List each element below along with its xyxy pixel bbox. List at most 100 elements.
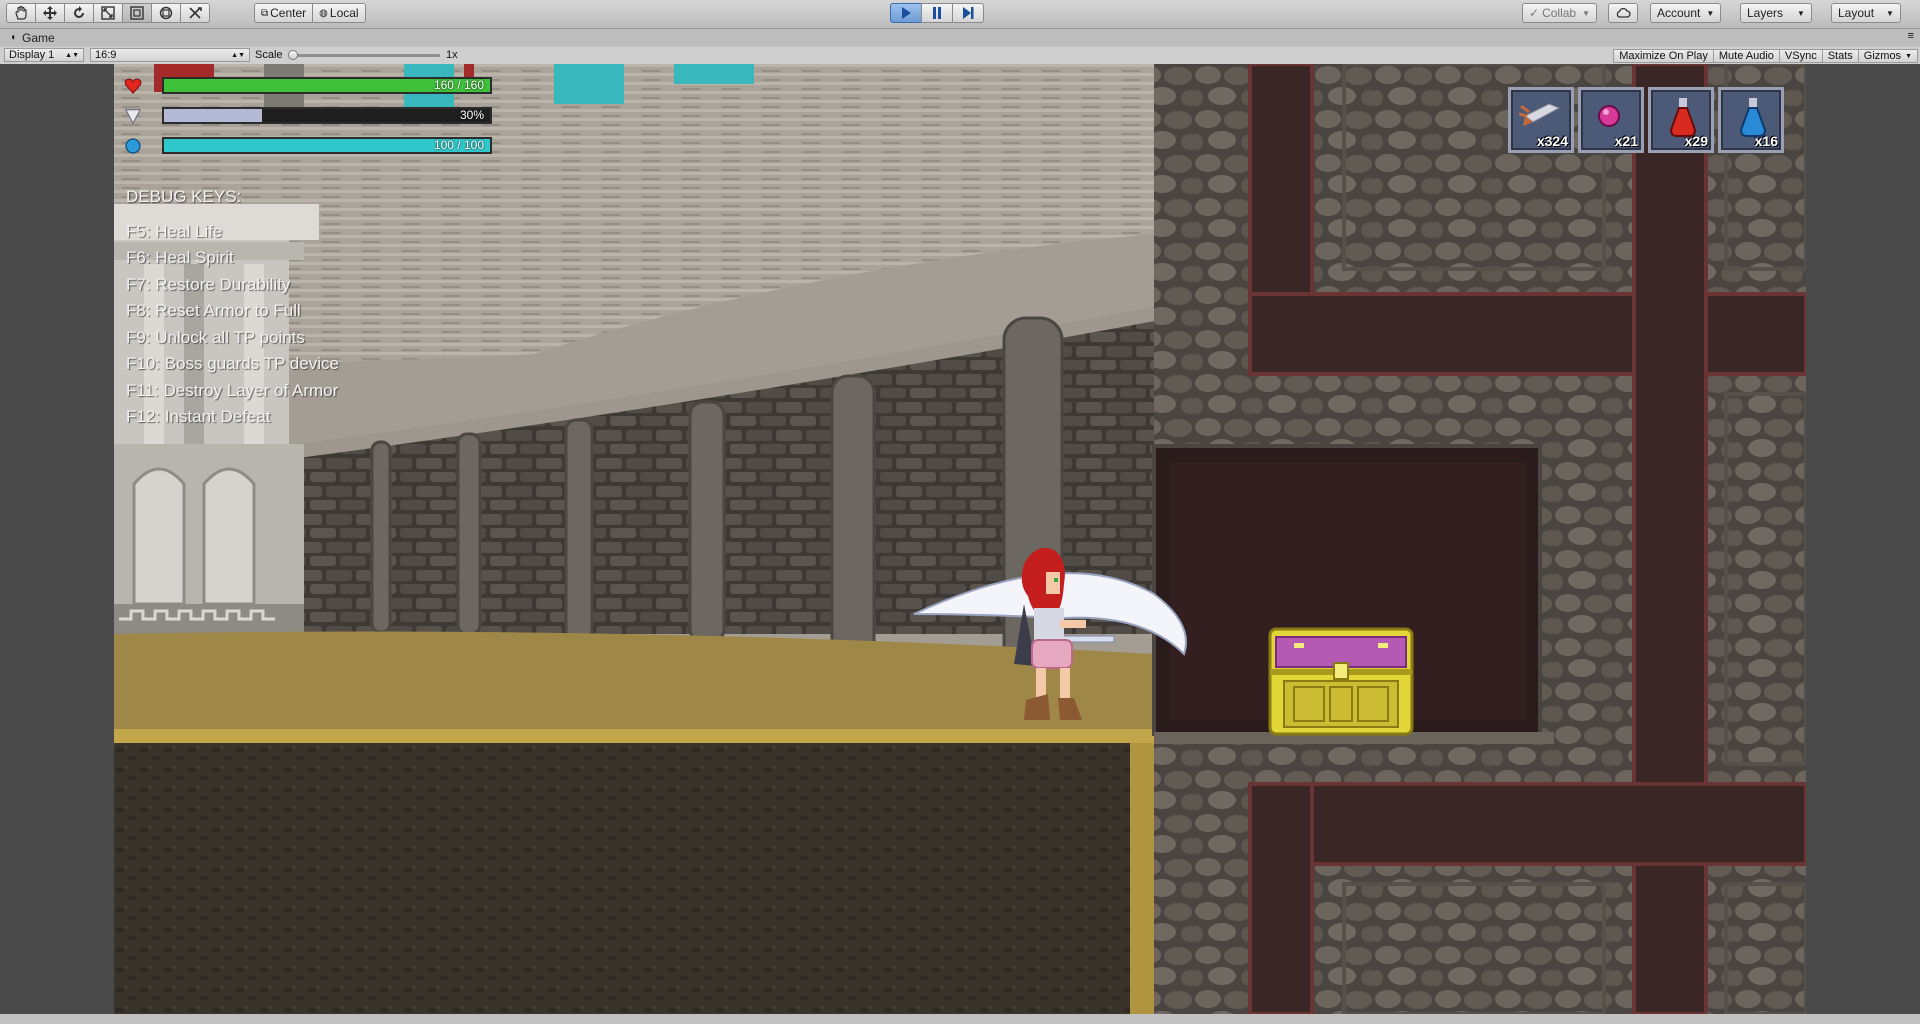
game-scene xyxy=(114,64,1806,1014)
durability-bar-fill xyxy=(164,109,262,122)
inventory-slot-bullets[interactable]: x324 xyxy=(1508,87,1574,153)
durability-bar-row: 30% xyxy=(124,106,504,126)
display-dropdown[interactable]: Display 1 ▲▼ xyxy=(4,48,84,62)
vsync-label: VSync xyxy=(1784,50,1817,62)
game-window-tab-bar: ◖ Game ≡ xyxy=(0,29,1920,46)
hand-icon xyxy=(15,5,27,20)
pivot-center-label: Center xyxy=(270,6,307,20)
debug-line: F9: Unlock all TP points xyxy=(126,327,305,347)
pivot-icon: ⧉ xyxy=(261,7,269,19)
collab-label: Collab xyxy=(1542,6,1577,20)
collab-group: ✓ Collab ▼ xyxy=(1522,3,1598,23)
rotate-tool-button[interactable] xyxy=(64,3,94,23)
inventory-count: x21 xyxy=(1614,133,1638,149)
inventory-slot-red-potion[interactable]: x29 xyxy=(1648,87,1714,153)
spirit-bar: 100 / 100 xyxy=(162,137,492,154)
scale-slider[interactable] xyxy=(288,50,440,60)
chevron-down-icon: ▼ xyxy=(1706,8,1715,18)
account-group: Account ▼ xyxy=(1650,3,1722,23)
maximize-on-play-label: Maximize On Play xyxy=(1619,50,1708,62)
cloud-icon xyxy=(1616,7,1631,18)
game-canvas[interactable]: 160 / 160 30% 100 / 100 DEBUG KEYS: F5: … xyxy=(114,64,1806,1014)
transform-combined-icon xyxy=(159,6,173,20)
mute-audio-label: Mute Audio xyxy=(1718,50,1774,62)
game-toggles: Maximize On Play Mute Audio VSync Stats … xyxy=(1613,48,1918,63)
rect-transform-icon xyxy=(130,6,144,20)
debug-line: F6: Heal Spirit xyxy=(126,248,234,267)
life-bar-text: 160 / 160 xyxy=(433,78,484,92)
gizmos-dropdown[interactable]: Gizmos ▼ xyxy=(1857,49,1918,63)
play-button[interactable] xyxy=(890,3,922,23)
debug-title: DEBUG KEYS: xyxy=(126,187,242,206)
game-tab[interactable]: ◖ Game xyxy=(0,31,55,45)
stats-toggle[interactable]: Stats xyxy=(1821,49,1859,63)
rotate-icon xyxy=(74,6,84,18)
status-strip xyxy=(0,1014,1920,1024)
treasure-chest xyxy=(1268,627,1414,736)
chevron-down-icon: ▼ xyxy=(1797,8,1805,18)
check-icon: ✓ xyxy=(1529,6,1540,20)
cloud-services-button[interactable] xyxy=(1608,3,1638,23)
up-down-arrows-icon: ▲▼ xyxy=(231,51,245,59)
inventory-count: x16 xyxy=(1754,133,1778,149)
chevron-down-icon: ▼ xyxy=(1905,52,1912,60)
layout-group: Layout ▼ xyxy=(1831,3,1901,23)
aspect-label: 16:9 xyxy=(95,49,117,61)
collab-dropdown[interactable]: ✓ Collab ▼ xyxy=(1522,3,1598,23)
pause-icon xyxy=(933,7,941,19)
durability-bar: 30% xyxy=(162,107,492,124)
pink-orb-icon xyxy=(1598,105,1620,127)
aspect-dropdown[interactable]: 16:9 ▲▼ xyxy=(90,48,250,62)
custom-tool-button[interactable] xyxy=(180,3,210,23)
inventory-count: x29 xyxy=(1684,133,1708,149)
debug-line: F7: Restore Durability xyxy=(126,274,291,294)
scale-icon xyxy=(101,6,115,20)
maximize-on-play-toggle[interactable]: Maximize On Play xyxy=(1613,49,1714,63)
layers-group: Layers ▼ xyxy=(1740,3,1812,23)
scale-slider-handle[interactable] xyxy=(288,50,298,60)
rect-tool-button[interactable] xyxy=(122,3,152,23)
move-arrows-icon xyxy=(43,6,57,20)
vsync-toggle[interactable]: VSync xyxy=(1778,49,1823,63)
scale-tool-button[interactable] xyxy=(93,3,123,23)
durability-bar-text: 30% xyxy=(459,108,484,122)
inventory-count: x324 xyxy=(1536,133,1568,149)
inventory-slot-orb[interactable]: x21 xyxy=(1578,87,1644,153)
inventory-slot-blue-potion[interactable]: x16 xyxy=(1718,87,1784,153)
debug-line: F5: Heal Life xyxy=(126,221,223,241)
gizmos-label: Gizmos xyxy=(1863,50,1902,62)
account-dropdown[interactable]: Account ▼ xyxy=(1650,3,1722,23)
debug-line: F11: Destroy Layer of Armor xyxy=(126,380,339,400)
tools-icon xyxy=(189,7,202,19)
spirit-bar-row: 100 / 100 xyxy=(124,136,504,156)
game-options-bar: Display 1 ▲▼ 16:9 ▲▼ Scale 1x Maximize O… xyxy=(0,47,1920,65)
mute-audio-toggle[interactable]: Mute Audio xyxy=(1712,49,1780,63)
transform-all-tool-button[interactable] xyxy=(151,3,181,23)
tab-menu-icon[interactable]: ≡ xyxy=(1908,30,1914,42)
spirit-bar-text: 100 / 100 xyxy=(433,138,484,152)
layout-dropdown[interactable]: Layout ▼ xyxy=(1831,3,1901,23)
scale-label: Scale xyxy=(255,49,283,61)
pivot-local-button[interactable]: ◍ Local xyxy=(312,3,366,23)
transform-tools xyxy=(6,3,210,23)
game-viewport: 160 / 160 30% 100 / 100 DEBUG KEYS: F5: … xyxy=(0,64,1920,1014)
debug-line: F12: Instant Defeat xyxy=(126,407,271,426)
debug-line: F8: Reset Armor to Full xyxy=(126,301,301,320)
shield-cup-icon xyxy=(124,107,142,125)
move-tool-button[interactable] xyxy=(35,3,65,23)
step-forward-icon xyxy=(963,7,974,19)
heart-icon xyxy=(124,77,142,95)
pivot-center-button[interactable]: ⧉ Center xyxy=(254,3,314,23)
chevron-down-icon: ▼ xyxy=(1886,8,1894,18)
step-button[interactable] xyxy=(952,3,984,23)
layers-dropdown[interactable]: Layers ▼ xyxy=(1740,3,1812,23)
up-down-arrows-icon: ▲▼ xyxy=(65,51,79,59)
pause-button[interactable] xyxy=(921,3,953,23)
debug-keys-panel: DEBUG KEYS: F5: Heal Life F6: Heal Spiri… xyxy=(126,184,339,431)
life-bar-row: 160 / 160 xyxy=(124,76,504,96)
game-tab-label: Game xyxy=(22,30,55,45)
hand-tool-button[interactable] xyxy=(6,3,36,23)
layers-label: Layers xyxy=(1747,6,1784,20)
play-icon xyxy=(902,7,911,19)
local-space-icon: ◍ xyxy=(319,7,328,19)
